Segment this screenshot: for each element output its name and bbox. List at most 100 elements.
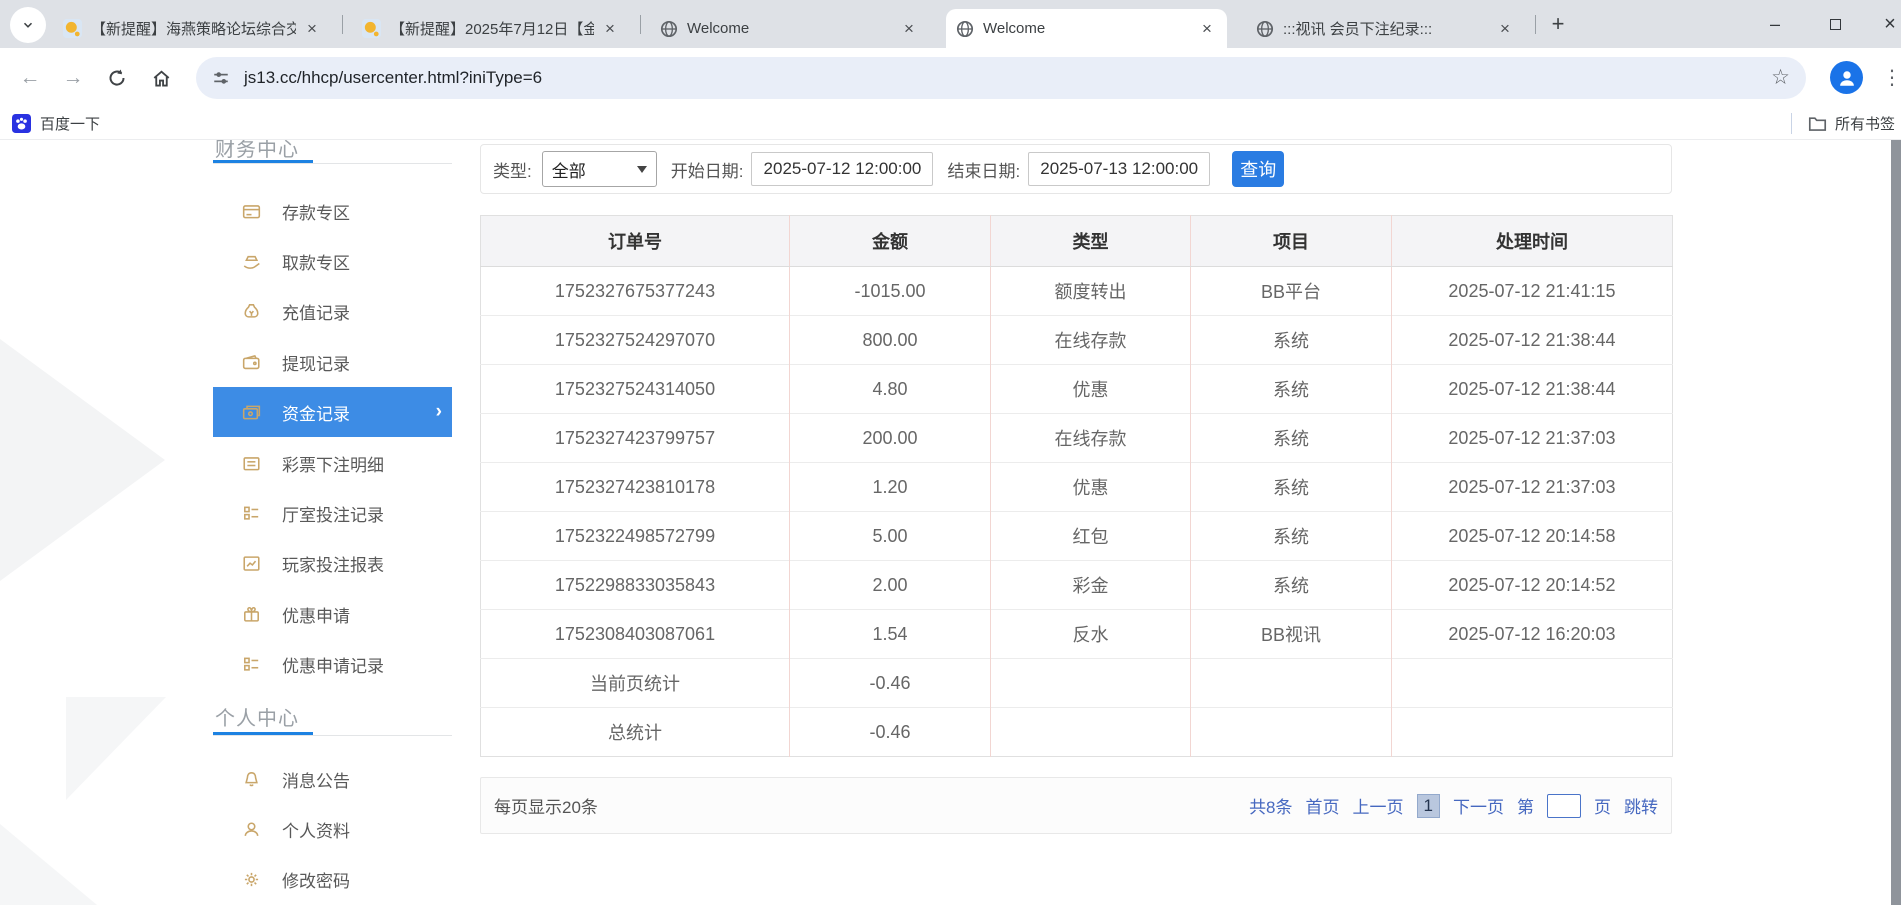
tab-welcome-active[interactable]: Welcome × [946, 9, 1227, 48]
cell-amount: 1.20 [790, 463, 991, 512]
browser-window: 【新提醒】海燕策略论坛综合交 × 【新提醒】2025年7月12日【金 × Wel… [0, 0, 1901, 905]
query-button[interactable]: 查询 [1232, 151, 1284, 187]
tab-video-records[interactable]: :::视讯 会员下注纪录::: × [1246, 9, 1525, 48]
caret-down-icon [637, 166, 647, 173]
close-tab-icon[interactable]: × [302, 19, 322, 39]
tab-forum-1[interactable]: 【新提醒】海燕策略论坛综合交 × [53, 9, 332, 48]
close-tab-icon[interactable]: × [1495, 19, 1515, 39]
page-number-input[interactable] [1547, 794, 1581, 818]
grid-list-icon [242, 655, 261, 674]
cell-project: BB平台 [1191, 267, 1392, 316]
cell-order: 1752322498572799 [481, 512, 790, 561]
reload-button[interactable] [99, 60, 135, 96]
sidebar-item-funds-records[interactable]: 资金记录 › [213, 387, 452, 437]
page-suffix-text: 页 [1594, 793, 1611, 818]
cell-time: 2025-07-12 21:37:03 [1392, 414, 1673, 463]
cell-amount: -0.46 [790, 659, 991, 708]
sidebar-item-promo-apply-records[interactable]: 优惠申请记录 [213, 639, 452, 689]
sidebar-item-promo-apply[interactable]: 优惠申请 [213, 589, 452, 639]
sidebar-item-label: 充值记录 [282, 299, 350, 324]
cell-order: 1752308403087061 [481, 610, 790, 659]
cell-type: 额度转出 [991, 267, 1191, 316]
table-header-row: 订单号 金额 类型 项目 处理时间 [481, 216, 1673, 267]
gift-icon [242, 605, 261, 624]
sidebar-item-profile[interactable]: 个人资料 [213, 804, 452, 854]
bookmark-star-icon[interactable]: ☆ [1771, 65, 1790, 90]
start-date-input[interactable] [751, 152, 933, 186]
cell-project: 系统 [1191, 316, 1392, 365]
maximize-button[interactable] [1818, 10, 1852, 38]
forum-icon [63, 19, 82, 38]
cell-type: 在线存款 [991, 316, 1191, 365]
report-icon [242, 554, 261, 573]
folder-icon [1808, 114, 1827, 133]
cell-amount: 5.00 [790, 512, 991, 561]
tab-title: Welcome [983, 20, 1191, 37]
close-tab-icon[interactable]: × [899, 19, 919, 39]
table-row: 17523224985727995.00红包系统2025-07-12 20:14… [481, 512, 1673, 561]
site-settings-icon [212, 69, 230, 87]
sidebar-item-withdrawal-records[interactable]: 提现记录 [213, 337, 452, 387]
bookmarks-separator [1791, 113, 1792, 134]
window-close-button[interactable]: × [1873, 10, 1901, 38]
url-bar[interactable]: js13.cc/hhcp/usercenter.html?iniType=6 ☆ [196, 57, 1806, 99]
tab-forum-2[interactable]: 【新提醒】2025年7月12日【金 × [352, 9, 630, 48]
sidebar-item-lottery-bet-details[interactable]: 彩票下注明细 [213, 438, 452, 488]
bookmarks-bar: 百度一下 所有书签 [0, 107, 1901, 140]
jump-link[interactable]: 跳转 [1624, 793, 1658, 818]
column-header-order: 订单号 [481, 216, 790, 267]
funds-table: 订单号 金额 类型 项目 处理时间 1752327675377243-1015.… [480, 215, 1673, 757]
cell-project: 系统 [1191, 512, 1392, 561]
forward-button[interactable]: → [55, 60, 91, 96]
sidebar-item-label: 玩家投注报表 [282, 551, 384, 576]
first-page-link[interactable]: 首页 [1306, 793, 1340, 818]
sidebar-item-recharge-records[interactable]: 充值记录 [213, 286, 452, 336]
sidebar-item-change-password[interactable]: 修改密码 [213, 854, 452, 904]
close-tab-icon[interactable]: × [1197, 19, 1217, 39]
sidebar-item-label: 彩票下注明细 [282, 451, 384, 476]
chevron-right-icon: › [436, 401, 442, 423]
column-header-project: 项目 [1191, 216, 1392, 267]
user-icon [242, 820, 261, 839]
type-select[interactable]: 全部 [542, 151, 657, 187]
minimize-button[interactable]: – [1758, 10, 1792, 38]
cell-type: 优惠 [991, 365, 1191, 414]
home-button[interactable] [143, 60, 179, 96]
tab-welcome-1[interactable]: Welcome × [650, 9, 929, 48]
close-tab-icon[interactable]: × [600, 19, 620, 39]
sidebar-item-messages[interactable]: 消息公告 [213, 754, 452, 804]
table-row: 1752327423799757200.00在线存款系统2025-07-12 2… [481, 414, 1673, 463]
section-underline [213, 163, 452, 164]
table-row: 17523274238101781.20优惠系统2025-07-12 21:37… [481, 463, 1673, 512]
decorative-triangle [0, 824, 97, 905]
page-scrollbar[interactable] [1891, 140, 1901, 905]
wallet-icon [242, 353, 261, 372]
page-content: 财务中心 存款专区 取款专区 充值记录 提现记录 资金记录 [0, 140, 1901, 905]
baidu-icon [12, 114, 31, 133]
all-bookmarks-button[interactable]: 所有书签 [1808, 110, 1895, 136]
current-page-badge[interactable]: 1 [1417, 794, 1440, 818]
profile-avatar[interactable] [1830, 61, 1863, 94]
next-page-link[interactable]: 下一页 [1453, 793, 1504, 818]
cell-time: 2025-07-12 20:14:52 [1392, 561, 1673, 610]
end-date-input[interactable] [1028, 152, 1210, 186]
sidebar-item-withdraw-zone[interactable]: 取款专区 [213, 236, 452, 286]
new-tab-button[interactable]: + [1545, 12, 1571, 38]
tab-strip: 【新提醒】海燕策略论坛综合交 × 【新提醒】2025年7月12日【金 × Wel… [0, 0, 1901, 48]
section-underline [213, 735, 452, 736]
cell-order: 1752327423799757 [481, 414, 790, 463]
type-label: 类型: [493, 157, 532, 182]
bookmark-baidu[interactable]: 百度一下 [12, 110, 100, 136]
sidebar-item-hall-bet-records[interactable]: 厅室投注记录 [213, 488, 452, 538]
browser-menu-button[interactable]: ⋮ [1882, 65, 1901, 90]
back-button[interactable]: ← [12, 60, 48, 96]
sidebar-item-deposit-zone[interactable]: 存款专区 [213, 186, 452, 236]
tab-search-button[interactable] [10, 7, 46, 43]
cell-amount: 800.00 [790, 316, 991, 365]
pagination-bar: 每页显示20条 共8条 首页 上一页 1 下一页 第 页 跳转 [480, 777, 1672, 834]
prev-page-link[interactable]: 上一页 [1353, 793, 1404, 818]
sidebar-item-player-bet-report[interactable]: 玩家投注报表 [213, 538, 452, 588]
cell-order: 总统计 [481, 708, 790, 757]
grid-list-icon [242, 504, 261, 523]
tab-separator [342, 15, 343, 34]
